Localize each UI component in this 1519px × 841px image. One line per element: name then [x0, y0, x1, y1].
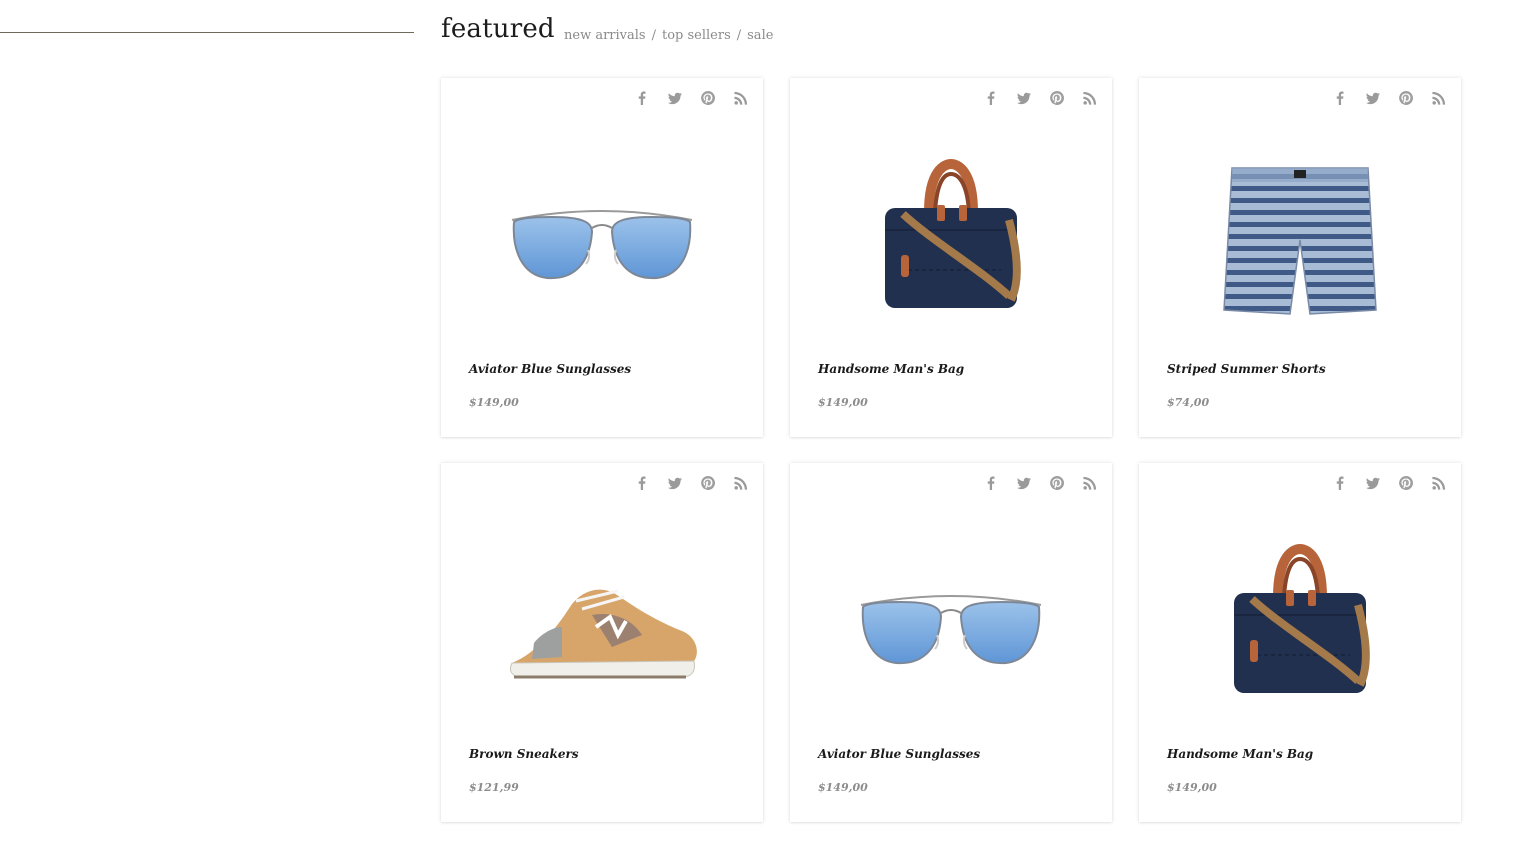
filter-sale[interactable]: sale — [747, 28, 773, 43]
twitter-icon[interactable] — [1016, 475, 1032, 491]
filter-new-arrivals[interactable]: new arrivals — [564, 28, 646, 43]
product-card[interactable]: Brown Sneakers $121,99 — [441, 463, 763, 822]
rss-icon[interactable] — [733, 90, 749, 106]
social-share-icons — [983, 475, 1098, 491]
social-share-icons — [634, 475, 749, 491]
twitter-icon[interactable] — [667, 90, 683, 106]
product-image[interactable] — [481, 140, 723, 340]
section-title: featured — [441, 14, 555, 44]
pinterest-icon[interactable] — [1398, 475, 1414, 491]
pinterest-icon[interactable] — [1049, 475, 1065, 491]
product-price: $149,00 — [818, 396, 868, 409]
facebook-icon[interactable] — [983, 475, 999, 491]
pinterest-icon[interactable] — [700, 90, 716, 106]
product-price: $149,00 — [818, 781, 868, 794]
product-card[interactable]: Striped Summer Shorts $74,00 — [1139, 78, 1461, 437]
filter-links: new arrivals / top sellers / sale — [564, 28, 773, 43]
filter-separator: / — [736, 28, 742, 43]
page: featured new arrivals / top sellers / sa… — [0, 0, 1519, 841]
social-share-icons — [1332, 475, 1447, 491]
product-card[interactable]: Handsome Man's Bag $149,00 — [1139, 463, 1461, 822]
product-image[interactable] — [830, 525, 1072, 725]
rss-icon[interactable] — [733, 475, 749, 491]
facebook-icon[interactable] — [983, 90, 999, 106]
facebook-icon[interactable] — [1332, 475, 1348, 491]
product-card[interactable]: Handsome Man's Bag $149,00 — [790, 78, 1112, 437]
rss-icon[interactable] — [1431, 475, 1447, 491]
twitter-icon[interactable] — [667, 475, 683, 491]
product-image[interactable] — [830, 140, 1072, 340]
product-image[interactable] — [1179, 140, 1421, 340]
product-image[interactable] — [481, 525, 723, 725]
pinterest-icon[interactable] — [1049, 90, 1065, 106]
twitter-icon[interactable] — [1365, 475, 1381, 491]
product-card[interactable]: Aviator Blue Sunglasses $149,00 — [441, 78, 763, 437]
twitter-icon[interactable] — [1016, 90, 1032, 106]
social-share-icons — [983, 90, 1098, 106]
product-price: $149,00 — [1167, 781, 1217, 794]
social-share-icons — [1332, 90, 1447, 106]
rss-icon[interactable] — [1431, 90, 1447, 106]
product-name[interactable]: Aviator Blue Sunglasses — [469, 362, 631, 376]
product-card[interactable]: Aviator Blue Sunglasses $149,00 — [790, 463, 1112, 822]
product-name[interactable]: Brown Sneakers — [469, 747, 579, 761]
pinterest-icon[interactable] — [700, 475, 716, 491]
facebook-icon[interactable] — [634, 90, 650, 106]
twitter-icon[interactable] — [1365, 90, 1381, 106]
product-name[interactable]: Aviator Blue Sunglasses — [818, 747, 980, 761]
social-share-icons — [634, 90, 749, 106]
product-grid: Aviator Blue Sunglasses $149,00 Handsome … — [441, 78, 1461, 822]
product-price: $149,00 — [469, 396, 519, 409]
facebook-icon[interactable] — [1332, 90, 1348, 106]
product-price: $74,00 — [1167, 396, 1210, 409]
facebook-icon[interactable] — [634, 475, 650, 491]
product-name[interactable]: Striped Summer Shorts — [1167, 362, 1326, 376]
rss-icon[interactable] — [1082, 90, 1098, 106]
filter-separator: / — [651, 28, 656, 43]
header-divider — [0, 32, 414, 33]
product-name[interactable]: Handsome Man's Bag — [1167, 747, 1313, 761]
filter-top-sellers[interactable]: top sellers — [662, 28, 731, 43]
product-price: $121,99 — [469, 781, 519, 794]
product-name[interactable]: Handsome Man's Bag — [818, 362, 964, 376]
rss-icon[interactable] — [1082, 475, 1098, 491]
pinterest-icon[interactable] — [1398, 90, 1414, 106]
product-image[interactable] — [1179, 525, 1421, 725]
